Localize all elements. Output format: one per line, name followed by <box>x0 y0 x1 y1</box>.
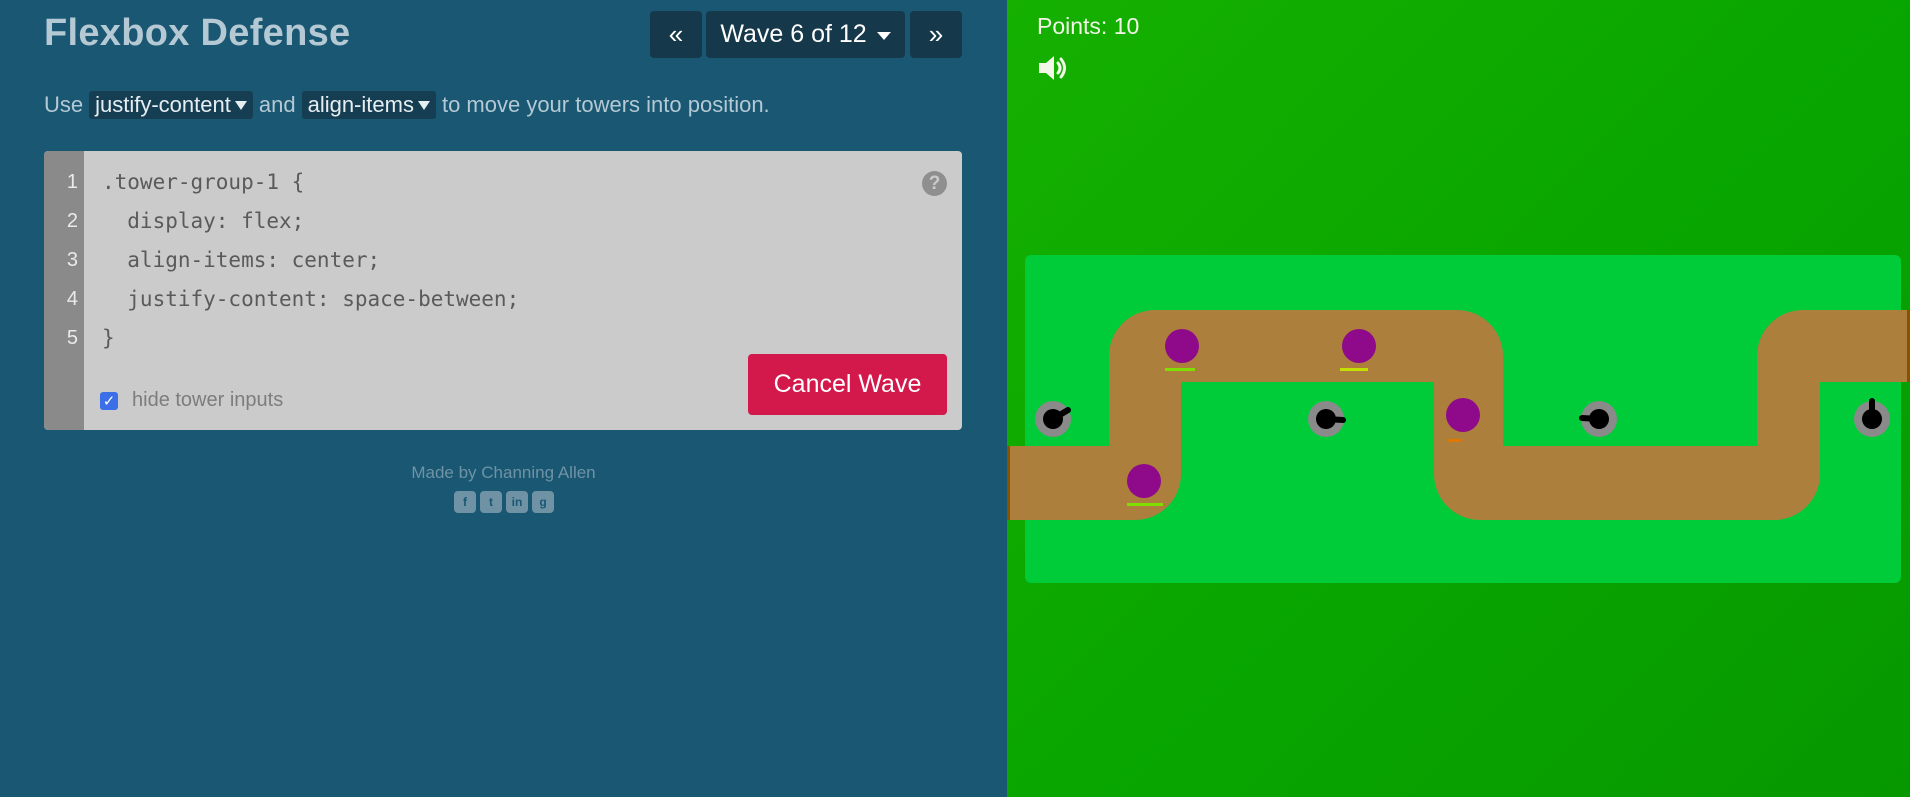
previous-wave-button[interactable]: « <box>650 11 702 58</box>
points-display: Points: 10 <box>1037 13 1140 39</box>
align-items-dropdown[interactable]: align-items <box>301 91 436 119</box>
line-number: 1 <box>66 171 78 193</box>
cancel-wave-button[interactable]: Cancel Wave <box>748 354 947 415</box>
facebook-icon[interactable]: f <box>454 491 476 513</box>
speaker-icon[interactable] <box>1037 53 1071 88</box>
instructions-joiner: and <box>258 92 296 117</box>
code-line[interactable]: .tower-group-1 { <box>102 170 304 194</box>
code-line[interactable]: justify-content: space-between; <box>102 287 519 311</box>
path-entry <box>1007 446 1010 520</box>
instructions-prefix: Use <box>44 92 84 117</box>
caret-down-icon <box>234 100 247 110</box>
instructions: Use justify-content and align-items to m… <box>44 91 770 119</box>
hide-tower-inputs-toggle[interactable]: ✓ hide tower inputs <box>100 389 283 412</box>
align-items-label: align-items <box>307 92 414 117</box>
health-bar <box>1340 368 1368 371</box>
twitter-icon[interactable]: t <box>480 491 502 513</box>
game-board: Points: 10 <box>1007 0 1910 797</box>
justify-content-label: justify-content <box>95 92 231 117</box>
justify-content-dropdown[interactable]: justify-content <box>89 91 253 119</box>
line-number: 5 <box>66 327 78 349</box>
caret-down-icon <box>417 100 430 110</box>
code-editor[interactable]: 1 2 3 4 5 .tower-group-1 { display: flex… <box>44 151 962 430</box>
chevron-down-icon <box>876 31 891 40</box>
code-line[interactable]: display: flex; <box>102 209 304 233</box>
tower[interactable] <box>1035 401 1071 437</box>
line-number: 4 <box>66 288 78 310</box>
health-bar <box>1127 503 1163 506</box>
line-number: 2 <box>66 210 78 232</box>
hide-inputs-checkbox[interactable]: ✓ <box>100 391 118 410</box>
instructions-suffix: to move your towers into position. <box>441 92 770 117</box>
tower[interactable] <box>1579 401 1617 437</box>
github-icon[interactable]: g <box>532 491 554 513</box>
wave-label: Wave 6 of 12 <box>720 20 867 48</box>
line-number: 3 <box>66 249 78 271</box>
next-wave-button[interactable]: » <box>910 11 962 58</box>
health-bar <box>1447 439 1461 442</box>
hide-inputs-label: hide tower inputs <box>132 389 284 411</box>
left-panel: Flexbox Defense « Wave 6 of 12 » Use jus… <box>0 0 1007 797</box>
health-bar <box>1165 368 1195 371</box>
app-title: Flexbox Defense <box>44 12 351 54</box>
social-links: f t in g <box>454 491 554 513</box>
tower[interactable] <box>1854 398 1890 437</box>
tower[interactable] <box>1308 401 1346 437</box>
code-line[interactable]: } <box>102 326 115 350</box>
code-line[interactable]: align-items: center; <box>102 248 380 272</box>
help-icon[interactable]: ? <box>922 171 947 196</box>
linkedin-icon[interactable]: in <box>506 491 528 513</box>
wave-selector[interactable]: Wave 6 of 12 <box>706 11 905 58</box>
credit-text: Made by Channing Allen <box>411 463 596 482</box>
game-canvas <box>1007 255 1910 583</box>
